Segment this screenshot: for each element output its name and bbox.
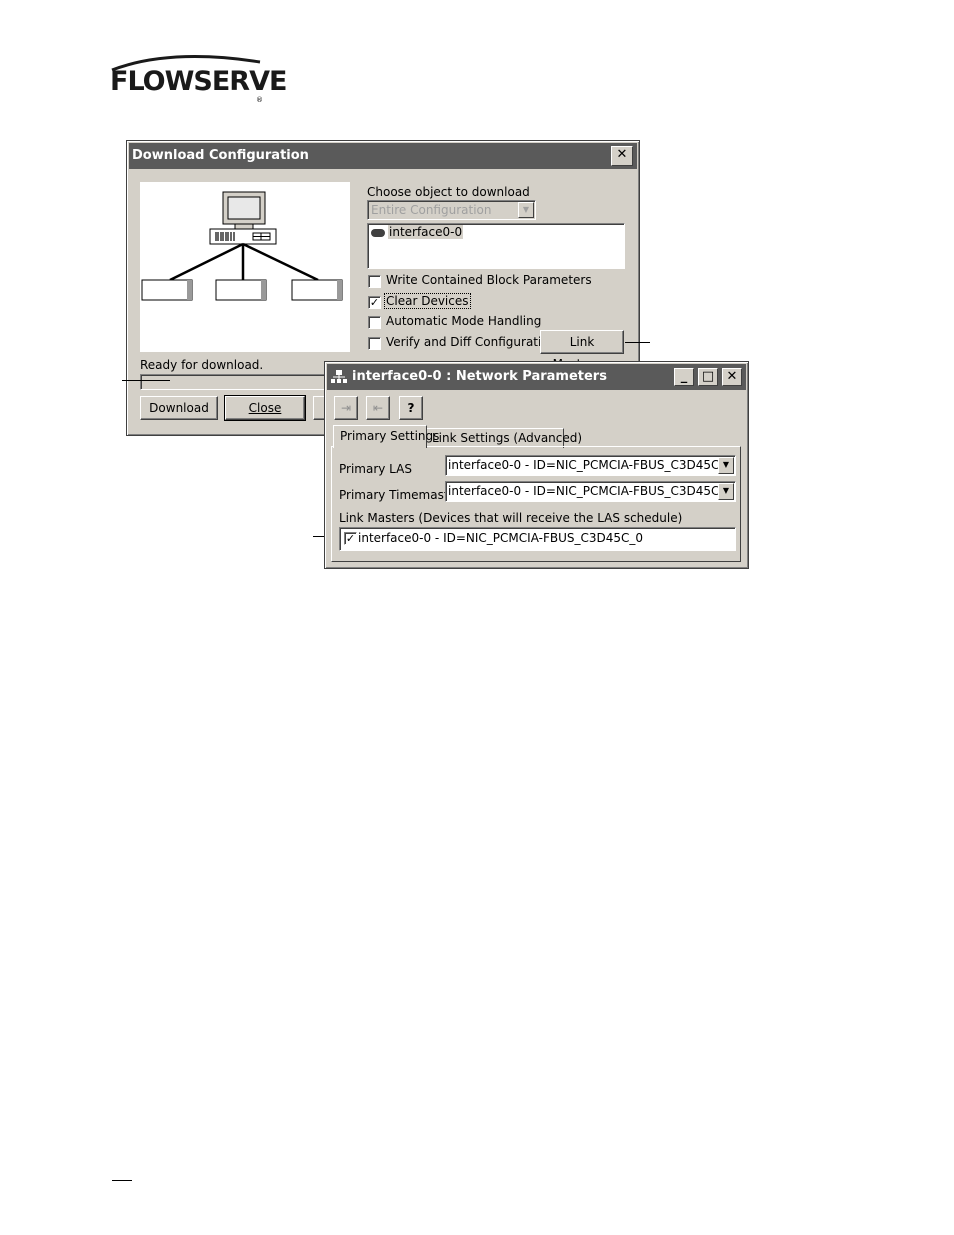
- choose-object-value: Entire Configuration: [371, 203, 492, 217]
- link-masters-label: Link Masters (Devices that will receive …: [339, 511, 683, 525]
- chevron-down-icon[interactable]: ▼: [518, 202, 534, 218]
- write-contained-block-label: Write Contained Block Parameters: [386, 273, 592, 287]
- page-footer-line: [112, 1180, 132, 1181]
- primary-las-select[interactable]: interface0-0 - ID=NIC_PCMCIA-FBUS_C3D45C…: [445, 455, 736, 476]
- clear-devices-label: Clear Devices: [384, 293, 471, 309]
- download-button[interactable]: Download: [140, 396, 218, 420]
- verify-diff-label: Verify and Diff Configuration: [386, 335, 557, 349]
- write-contained-block-checkbox[interactable]: [368, 275, 381, 288]
- write-to-device-icon[interactable]: ⇥: [334, 396, 358, 420]
- close-icon[interactable]: ✕: [611, 146, 633, 166]
- link-masters-list[interactable]: ✓ interface0-0 - ID=NIC_PCMCIA-FBUS_C3D4…: [339, 527, 736, 551]
- status-leader-line: [122, 380, 170, 381]
- primary-timemaster-select[interactable]: interface0-0 - ID=NIC_PCMCIA-FBUS_C3D45C…: [445, 481, 736, 502]
- help-icon[interactable]: ?: [399, 396, 423, 420]
- clear-devices-checkbox[interactable]: ✓: [368, 296, 381, 309]
- interface-device-icon: [371, 229, 385, 237]
- download-dialog-title: Download Configuration: [132, 148, 309, 163]
- close-button-label: Close: [248, 401, 282, 415]
- primary-timemaster-value: interface0-0 - ID=NIC_PCMCIA-FBUS_C3D45C…: [448, 484, 734, 498]
- choose-object-label: Choose object to download: [367, 185, 530, 199]
- verify-diff-checkbox[interactable]: [368, 337, 381, 350]
- network-icon: [331, 370, 347, 383]
- link-masters-leader-line: [625, 342, 650, 343]
- download-dialog-titlebar: Download Configuration ✕: [129, 143, 637, 169]
- network-parameters-dialog: interface0-0 : Network Parameters _ □ ✕ …: [324, 361, 749, 569]
- choose-object-select[interactable]: Entire Configuration ▼: [367, 200, 536, 220]
- network-diagram-icon: [141, 191, 343, 301]
- chevron-down-icon[interactable]: ▼: [718, 457, 734, 474]
- primary-las-value: interface0-0 - ID=NIC_PCMCIA-FBUS_C3D45C…: [448, 458, 734, 472]
- network-illustration: [140, 182, 350, 352]
- read-from-device-icon[interactable]: ⇤: [366, 396, 390, 420]
- automatic-mode-handling-label: Automatic Mode Handling: [386, 314, 542, 328]
- link-master-checkbox[interactable]: ✓: [344, 532, 357, 545]
- status-text: Ready for download.: [140, 358, 264, 372]
- tab-primary-settings[interactable]: Primary Settings: [333, 425, 439, 448]
- minimize-icon[interactable]: _: [674, 368, 694, 386]
- maximize-icon[interactable]: □: [698, 368, 718, 386]
- list-item[interactable]: interface0-0: [388, 225, 464, 239]
- tab-link-settings[interactable]: Link Settings (Advanced): [426, 428, 582, 448]
- object-list[interactable]: interface0-0: [367, 223, 625, 269]
- tab-link-settings-label: Link Settings (Advanced): [432, 431, 583, 445]
- primary-las-label: Primary LAS: [339, 462, 412, 476]
- link-masters-button[interactable]: Link Masters...: [540, 330, 624, 371]
- tab-primary-settings-label: Primary Settings: [340, 429, 440, 443]
- logo-registered-mark: ®: [256, 96, 263, 104]
- close-button[interactable]: Close: [224, 395, 306, 421]
- close-icon[interactable]: ✕: [722, 368, 742, 386]
- primary-timemaster-label: Primary Timemaster: [339, 488, 461, 502]
- flowserve-logo: FLOWSERVE: [110, 66, 287, 97]
- progress-bar: [140, 374, 328, 390]
- network-dialog-title: interface0-0 : Network Parameters: [352, 369, 607, 384]
- chevron-down-icon[interactable]: ▼: [718, 483, 734, 500]
- network-dialog-titlebar: interface0-0 : Network Parameters _ □ ✕: [327, 364, 746, 390]
- automatic-mode-handling-checkbox[interactable]: [368, 316, 381, 329]
- link-master-item-label: interface0-0 - ID=NIC_PCMCIA-FBUS_C3D45C…: [358, 531, 644, 545]
- tab-panel: Primary LAS interface0-0 - ID=NIC_PCMCIA…: [331, 446, 741, 562]
